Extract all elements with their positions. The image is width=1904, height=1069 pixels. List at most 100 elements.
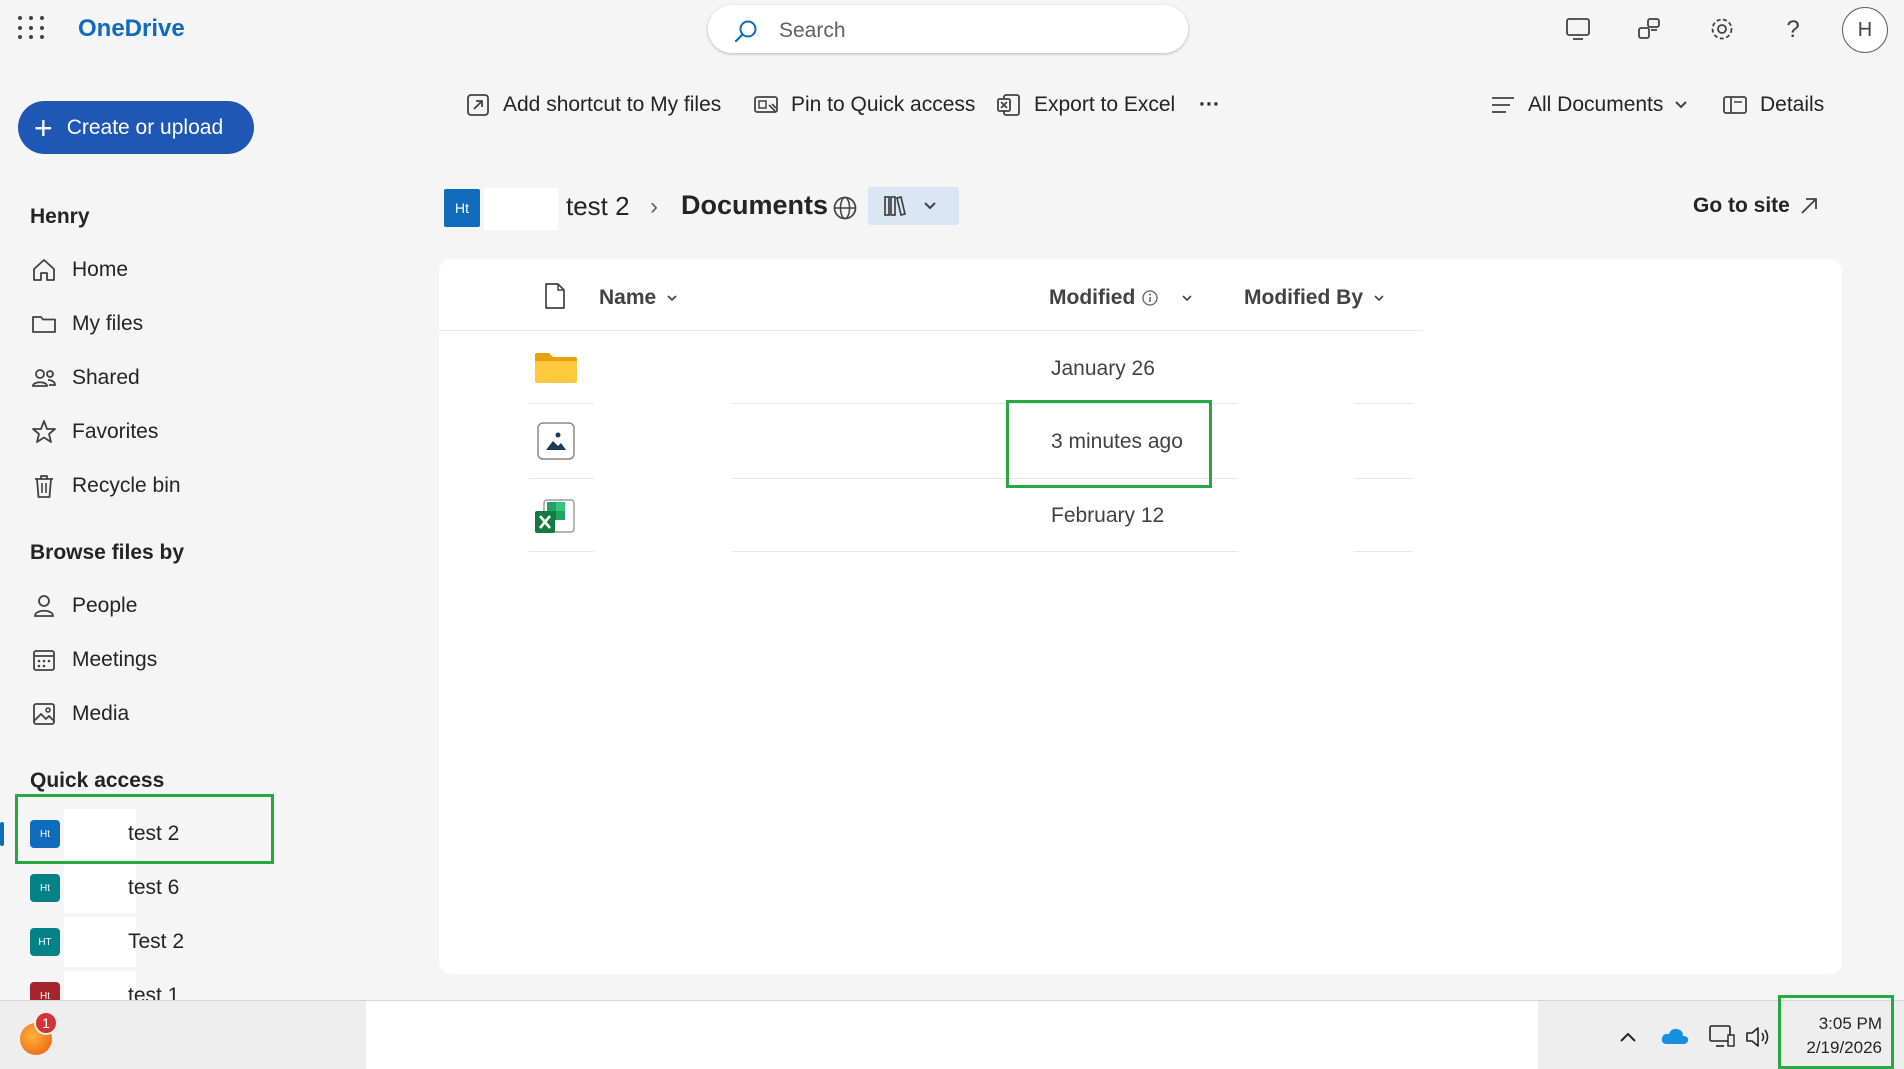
sidebar-item-favorites[interactable]: Favorites [30,414,158,450]
column-name-label: Name [599,286,657,309]
more-options-button[interactable]: ··· [1199,88,1220,122]
export-label: Export to Excel [1034,93,1176,116]
search-box[interactable]: Search [708,5,1188,53]
trash-icon [35,475,53,498]
redacted-block [484,188,558,230]
image-icon [33,703,55,725]
view-selector-button[interactable]: All Documents [1490,88,1701,122]
chevron-down-icon [924,202,936,210]
create-or-upload-button[interactable]: + Create or upload [18,101,254,154]
modified-date: January 26 [1051,357,1155,380]
people-icon [32,369,56,387]
quick-access-heading: Quick access [30,769,165,792]
quick-access-item[interactable]: Ht test 1 [30,971,270,1000]
info-icon [1142,290,1158,306]
quick-access-item[interactable]: Ht test 6 [30,863,270,913]
quick-access-item[interactable]: HT Test 2 [30,917,270,967]
search-input[interactable]: Search [779,19,846,43]
breadcrumb-separator: › [650,193,658,220]
onedrive-cloud-icon[interactable] [1660,1024,1690,1048]
pin-icon [754,96,778,113]
monitor-icon[interactable] [1561,12,1595,46]
highlight-box [15,794,274,864]
plus-icon: + [34,109,53,146]
add-shortcut-label: Add shortcut to My files [503,93,722,116]
chevron-down-icon [1374,295,1384,302]
column-modified-label: Modified [1049,286,1136,309]
selected-indicator [0,822,4,846]
quick-access-overflow: Ht test 1 [0,966,300,1000]
create-button-label: Create or upload [66,115,224,139]
chevron-down-icon [1182,295,1192,302]
redacted-block [64,971,136,1000]
details-label: Details [1760,93,1825,116]
list-icon [1492,97,1514,113]
folder-icon [32,316,56,333]
app-launcher-icon[interactable] [16,14,44,42]
export-excel-button[interactable]: Export to Excel [996,88,1175,122]
header-divider [439,330,1423,331]
search-icon [734,20,757,43]
home-icon [33,259,55,281]
chevron-up-icon[interactable] [1617,1026,1639,1048]
site-badge: HT [30,928,60,956]
chevron-down-icon [667,295,677,302]
details-button[interactable]: Details [1722,88,1824,122]
help-icon[interactable]: ? [1776,12,1810,46]
gear-icon[interactable] [1705,12,1739,46]
sidebar-item-label: Recycle bin [72,474,181,497]
quick-access-label: test 1 [128,984,180,1000]
breadcrumb-library[interactable]: Documents [681,190,828,221]
sidebar-item-people[interactable]: People [30,588,137,624]
sidebar-item-media[interactable]: Media [30,696,129,732]
globe-icon[interactable] [832,195,858,221]
excel-file-icon [535,499,575,533]
sidebar-item-label: Home [72,258,129,281]
quick-access-label: test 6 [128,876,180,899]
folder-icon [535,353,577,383]
sidebar-item-home[interactable]: Home [30,252,128,288]
avatar[interactable]: H [1842,7,1888,53]
svg-text:?: ? [1786,16,1799,43]
go-to-site-link[interactable]: Go to site [1693,194,1820,218]
pin-quick-access-button[interactable]: Pin to Quick access [753,88,975,122]
breadcrumb-site[interactable]: test 2 [566,191,630,222]
person-icon [34,595,54,617]
file-type-header-icon[interactable] [544,282,566,310]
sidebar-item-recycle-bin[interactable]: Recycle bin [30,468,181,504]
column-header-name[interactable]: Name [599,283,678,313]
network-icon[interactable] [1708,1024,1736,1050]
view-label: All Documents [1528,93,1664,116]
share-icon[interactable] [1632,12,1666,46]
site-badge: Ht [30,874,60,902]
sidebar-item-meetings[interactable]: Meetings [30,642,157,678]
browse-files-heading: Browse files by [30,541,185,564]
go-to-site-label: Go to site [1693,194,1790,217]
calendar-icon [33,650,55,671]
add-shortcut-button[interactable]: Add shortcut to My files [465,88,721,122]
notification-badge: 1 [34,1011,58,1035]
sidebar-item-my-files[interactable]: My files [30,306,143,342]
redacted-block [64,863,136,913]
modified-date: February 12 [1051,504,1165,527]
site-badge: Ht [30,982,60,1000]
redacted-block [64,917,136,967]
sidebar-item-shared[interactable]: Shared [30,360,140,396]
sidebar-item-label: Favorites [72,420,159,443]
library-view-switcher[interactable] [868,187,959,225]
redacted-block [366,1001,1538,1069]
library-icon [884,195,907,217]
star-icon [32,420,56,443]
column-header-modified-by[interactable]: Modified By [1244,283,1385,313]
image-file-icon [537,422,575,460]
column-modified-by-label: Modified By [1244,286,1363,309]
sidebar-item-label: Media [72,702,130,725]
excel-icon [997,94,1020,116]
chevron-down-icon [1675,101,1688,109]
volume-icon[interactable] [1744,1024,1772,1050]
highlight-box [1006,400,1212,488]
sidebar-item-label: Meetings [72,648,158,671]
app-title[interactable]: OneDrive [78,15,185,43]
sidebar-item-label: People [72,594,138,617]
column-header-modified[interactable]: Modified [1049,283,1193,313]
